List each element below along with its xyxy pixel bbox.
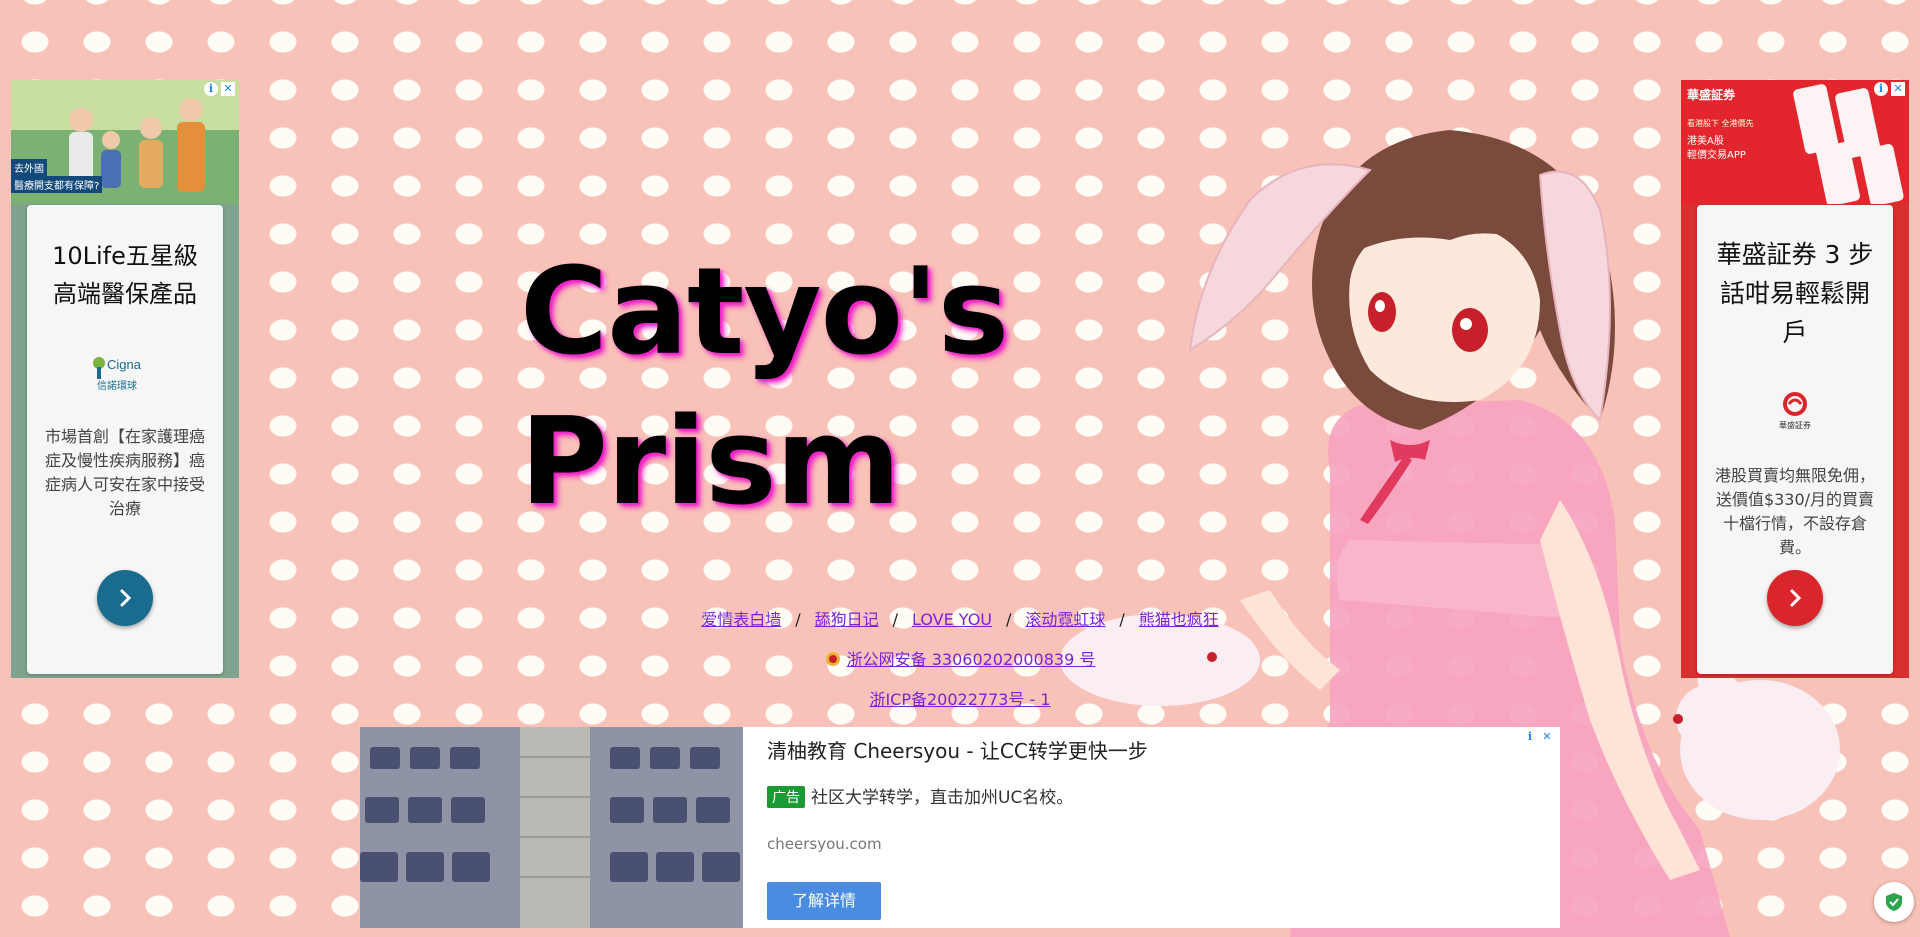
ad-photo-caption-1: 去外國 — [11, 159, 47, 176]
left-side-ad[interactable]: 去外國 醫療開支都有保障? i ✕ 10Life五星級高端醫保產品 Cigna … — [11, 80, 239, 678]
ad-headline[interactable]: 華盛証券 3 步話咁易輕鬆開戶 — [1711, 235, 1879, 352]
ad-photo-headline-1: 港美A股 — [1687, 136, 1724, 147]
cigna-logo-text: Cigna — [107, 357, 142, 372]
ad-close-icon[interactable]: ✕ — [1891, 82, 1905, 96]
ad-photo-classroom[interactable] — [360, 727, 743, 928]
ad-close-icon[interactable]: ✕ — [221, 82, 235, 96]
ad-close-icon[interactable]: ✕ — [1540, 730, 1554, 744]
ad-text-line: 广告 社区大学转学，直击加州UC名校。 — [767, 783, 1073, 808]
ad-info-icon[interactable]: i — [204, 82, 218, 96]
ad-card[interactable]: 華盛証券 3 步話咁易輕鬆開戶 華盛証券 港股買賣均無限免佣，送價值$330/月… — [1697, 205, 1893, 674]
ad-info-icon[interactable]: i — [1523, 730, 1537, 744]
huasheng-logo: 華盛証券 — [1755, 388, 1835, 434]
shield-check-icon — [1886, 893, 1902, 911]
ad-badge: 广告 — [767, 786, 805, 808]
icp-beian-link[interactable]: 浙ICP备20022773号 - 1 — [869, 690, 1050, 709]
police-beian-link[interactable]: 浙公网安备 33060202000839 号 — [847, 650, 1096, 669]
ad-photo-app[interactable]: 華盛証券 看港股下 全港價先 港美A股 輕價交易APP — [1681, 80, 1909, 204]
ad-headline[interactable]: 10Life五星級高端醫保產品 — [41, 237, 209, 313]
cigna-logo: Cigna 信諾環球 — [85, 349, 165, 395]
nav-separator: / — [1006, 610, 1012, 629]
right-side-ad[interactable]: 華盛証券 看港股下 全港價先 港美A股 輕價交易APP i ✕ 華盛証券 3 步… — [1681, 80, 1909, 678]
nav-link-panda[interactable]: 熊猫也疯狂 — [1139, 610, 1219, 629]
nav-link-neon-ball[interactable]: 滚动霓虹球 — [1025, 610, 1105, 629]
ad-info-icon[interactable]: i — [1874, 82, 1888, 96]
ad-url[interactable]: cheersyou.com — [767, 835, 882, 853]
site-title: Catyo's Prism — [520, 243, 1009, 532]
ad-learn-more-button[interactable]: 了解详情 — [767, 882, 881, 920]
ad-photo-family[interactable]: 去外國 醫療開支都有保障? — [11, 80, 239, 204]
nav-link-love-wall[interactable]: 爱情表白墙 — [701, 610, 781, 629]
ad-description: 市場首創【在家護理癌症及慢性疾病服務】癌症病人可安在家中接受治療 — [45, 427, 206, 518]
cigna-logo-sub: 信諾環球 — [97, 379, 137, 392]
bottom-ad[interactable]: i ✕ 清柚教育 Cheersyou - 让CC转学更快一步 广告 社区大学转学，… — [360, 727, 1560, 928]
ad-photo-caption-2: 醫療開支都有保障? — [11, 176, 103, 193]
shield-extension-button[interactable] — [1874, 882, 1914, 922]
police-badge-icon — [825, 651, 841, 667]
ad-description: 港股買賣均無限免佣，送價值$330/月的買賣十檔行情，不設存倉費。 — [1715, 466, 1876, 557]
icp-beian: 浙ICP备20022773号 - 1 — [0, 686, 1920, 710]
huasheng-logo-sub: 華盛証券 — [1779, 420, 1811, 430]
ad-title[interactable]: 清柚教育 Cheersyou - 让CC转学更快一步 — [767, 735, 1148, 764]
police-beian: 浙公网安备 33060202000839 号 — [0, 646, 1920, 670]
ad-text: 社区大学转学，直击加州UC名校。 — [811, 788, 1074, 808]
ad-brand: 華盛証券 — [1687, 88, 1736, 102]
ad-photo-headline-2: 輕價交易APP — [1687, 150, 1746, 161]
nav-link-diary[interactable]: 舔狗日记 — [815, 610, 879, 629]
ad-card[interactable]: 10Life五星級高端醫保產品 Cigna 信諾環球 市場首創【在家護理癌症及慢… — [27, 205, 223, 674]
nav-separator: / — [1119, 610, 1125, 629]
nav-separator: / — [892, 610, 898, 629]
nav-separator: / — [795, 610, 801, 629]
ad-photo-small: 看港股下 全港價先 — [1687, 119, 1754, 128]
nav-link-love-you[interactable]: LOVE YOU — [912, 610, 992, 629]
nav-links: 爱情表白墙 / 舔狗日记 / LOVE YOU / 滚动霓虹球 / 熊猫也疯狂 — [0, 606, 1920, 630]
